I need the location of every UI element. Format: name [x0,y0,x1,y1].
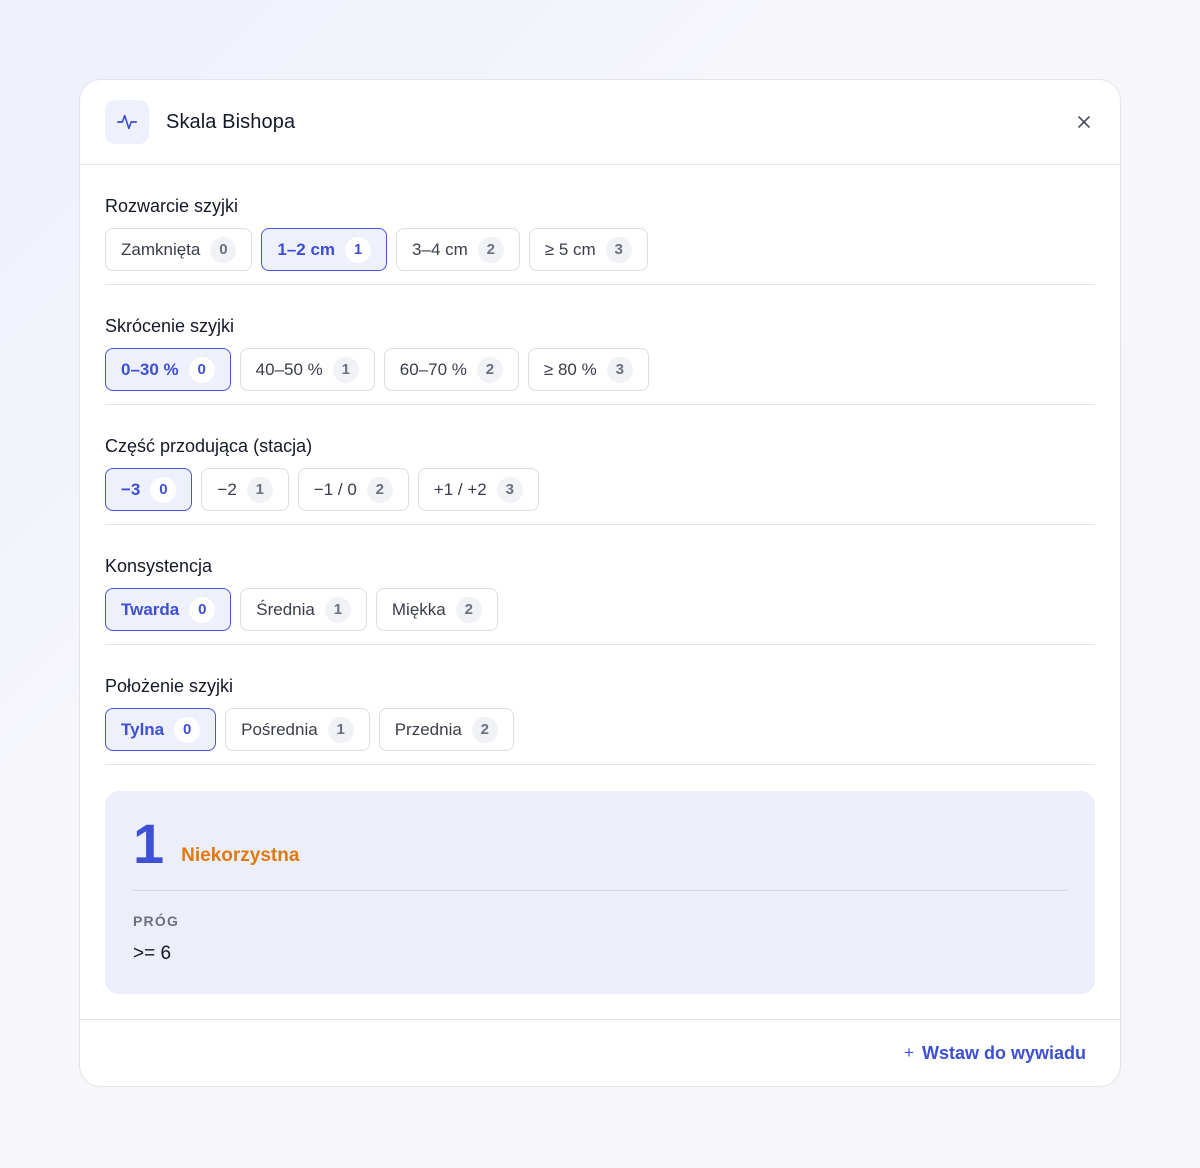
insert-into-history-button[interactable]: + Wstaw do wywiadu [904,1043,1086,1064]
option-label: 60–70 % [399,359,467,379]
criterion-label: Część przodująca (stacja) [105,436,313,456]
option-score-badge: 2 [476,356,503,383]
option-button[interactable]: 1–2 cm 1 [261,228,388,271]
threshold-value: >= 6 [133,943,172,964]
option-label: Miękka [391,599,446,619]
option-button[interactable]: Tylna 0 [105,708,217,751]
option-label: −1 / 0 [313,479,357,499]
option-label: Twarda [121,599,180,619]
option-score-badge: 0 [188,356,215,383]
option-score-badge: 0 [150,476,177,503]
option-score-badge: 3 [496,476,523,503]
dialog-header: Skala Bishopa [80,80,1120,165]
option-score-badge: 0 [174,716,201,743]
total-score: 1 [133,812,165,875]
dialog-footer: + Wstaw do wywiadu [80,1019,1120,1086]
option-score-badge: 2 [366,476,393,503]
option-label: 40–50 % [255,359,323,379]
activity-icon [105,100,149,144]
result-verdict: Niekorzystna [181,845,300,866]
option-group: 0–30 % 0 40–50 % 1 60–70 % 2 ≥ 80 % 3 [105,348,1095,391]
criterion-section: Część przodująca (stacja) −3 0 −2 1 −1 / 0 2 +1… [105,405,1095,525]
option-score-badge: 1 [324,596,351,623]
option-label: 1–2 cm [277,239,336,259]
option-label: Przednia [394,719,462,739]
criterion-label: Skrócenie szyjki [105,316,235,336]
option-score-badge: 1 [332,356,359,383]
dialog-body: Rozwarcie szyjki Zamknięta 0 1–2 cm 1 3–4 cm 2… [80,165,1120,994]
option-label: +1 / +2 [433,479,487,499]
option-score-badge: 3 [606,356,633,383]
criterion-label: Konsystencja [105,556,213,576]
option-group: Zamknięta 0 1–2 cm 1 3–4 cm 2 ≥ 5 cm 3 [105,228,1095,271]
plus-icon: + [904,1043,914,1062]
bishop-score-dialog: Skala Bishopa Rozwarcie szyjki Zamknięta 0… [79,79,1121,1087]
option-score-badge: 1 [327,716,354,743]
result-panel: 1 Niekorzystna PRÓG >= 6 [105,791,1095,994]
criterion-section: Skrócenie szyjki 0–30 % 0 40–50 % 1 60–70 % 2 ≥… [105,285,1095,405]
option-label: ≥ 5 cm [544,239,596,259]
option-button[interactable]: Zamknięta 0 [105,228,253,271]
option-score-badge: 2 [477,236,504,263]
criterion-section: Konsystencja Twarda 0 Średnia 1 Miękka 2 [105,525,1095,645]
option-score-badge: 0 [210,236,237,263]
option-score-badge: 1 [345,236,372,263]
option-label: −3 [121,479,141,499]
option-group: Tylna 0 Pośrednia 1 Przednia 2 [105,708,1095,751]
option-button[interactable]: Średnia 1 [240,588,367,631]
option-button[interactable]: −3 0 [105,468,193,511]
option-label: 0–30 % [121,359,179,379]
option-button[interactable]: −1 / 0 2 [297,468,409,511]
option-score-badge: 0 [189,596,216,623]
option-button[interactable]: ≥ 5 cm 3 [528,228,648,271]
close-icon[interactable] [1074,112,1094,132]
option-group: Twarda 0 Średnia 1 Miękka 2 [105,588,1095,631]
criterion-label: Położenie szyjki [105,676,234,696]
dialog-title: Skala Bishopa [166,110,296,133]
option-label: ≥ 80 % [543,359,597,379]
option-score-badge: 3 [605,236,632,263]
option-score-badge: 1 [246,476,273,503]
option-label: Pośrednia [241,719,318,739]
option-button[interactable]: 40–50 % 1 [239,348,375,391]
option-button[interactable]: +1 / +2 3 [417,468,539,511]
option-label: −2 [217,479,237,499]
option-button[interactable]: Przednia 2 [378,708,514,751]
threshold-label: PRÓG [133,913,180,929]
option-label: Zamknięta [121,239,201,259]
option-label: Tylna [121,719,165,739]
option-button[interactable]: 0–30 % 0 [105,348,231,391]
criterion-section: Rozwarcie szyjki Zamknięta 0 1–2 cm 1 3–4 cm 2… [105,165,1095,285]
option-button[interactable]: 3–4 cm 2 [396,228,520,271]
option-score-badge: 2 [471,716,498,743]
option-button[interactable]: Twarda 0 [105,588,232,631]
option-button[interactable]: 60–70 % 2 [383,348,519,391]
option-label: 3–4 cm [412,239,468,259]
option-button[interactable]: −2 1 [201,468,289,511]
result-summary: 1 Niekorzystna [133,791,1067,891]
criterion-label: Rozwarcie szyjki [105,196,239,216]
option-button[interactable]: Pośrednia 1 [225,708,370,751]
option-button[interactable]: ≥ 80 % 3 [527,348,649,391]
option-score-badge: 2 [455,596,482,623]
option-button[interactable]: Miękka 2 [375,588,498,631]
insert-button-label: Wstaw do wywiadu [921,1042,1086,1063]
option-label: Średnia [256,599,315,619]
criterion-section: Położenie szyjki Tylna 0 Pośrednia 1 Przednia… [105,645,1095,765]
option-group: −3 0 −2 1 −1 / 0 2 +1 / +2 3 [105,468,1095,511]
